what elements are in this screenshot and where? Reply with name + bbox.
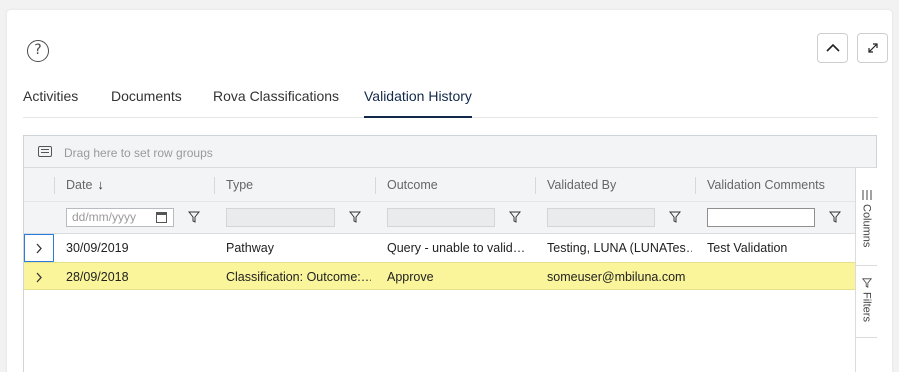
chevron-right-icon[interactable]	[24, 234, 54, 262]
row-group-placeholder: Drag here to set row groups	[64, 146, 213, 160]
cell-date: 28/09/2018	[66, 270, 129, 284]
collapse-button[interactable]	[817, 33, 848, 63]
table-row[interactable]: 28/09/2018 Classification: Outcome:… App…	[24, 262, 855, 290]
column-header-date[interactable]: Date ↓	[66, 168, 104, 202]
column-separator	[54, 177, 55, 194]
filters-panel-tab[interactable]: Filters	[856, 266, 877, 338]
cell-type: Pathway	[226, 241, 274, 255]
cell-date: 30/09/2019	[66, 241, 129, 255]
column-header-row: Date ↓ Type Outcome Validated By Validati…	[24, 168, 855, 202]
columns-icon	[862, 190, 871, 200]
filter-icon[interactable]	[509, 211, 521, 223]
cell-outcome: Query - unable to valid…	[387, 241, 526, 255]
column-separator[interactable]	[535, 177, 536, 194]
date-filter-input[interactable]: dd/mm/yyyy	[66, 208, 174, 227]
tab-rova-classifications[interactable]: Rova Classifications	[213, 88, 339, 118]
column-header-outcome[interactable]: Outcome	[387, 168, 438, 202]
column-header-validated-by[interactable]: Validated By	[547, 168, 616, 202]
filter-icon[interactable]	[188, 211, 200, 223]
column-header-date-label: Date	[66, 178, 93, 192]
validation-comments-filter-input[interactable]	[707, 208, 815, 227]
chevron-up-icon	[825, 43, 840, 52]
columns-panel-tab[interactable]: Columns	[856, 168, 877, 266]
expand-button[interactable]	[857, 33, 888, 63]
cell-outcome: Approve	[387, 270, 434, 284]
filter-icon[interactable]	[829, 211, 841, 223]
cell-validation-comments: Test Validation	[707, 241, 788, 255]
validation-history-grid: Drag here to set row groups Date ↓ Type O…	[23, 135, 877, 372]
outcome-filter-input[interactable]	[387, 208, 495, 227]
column-header-validation-comments[interactable]: Validation Comments	[707, 168, 825, 202]
tab-activities[interactable]: Activities	[23, 88, 78, 118]
table-row[interactable]: 30/09/2019 Pathway Query - unable to val…	[24, 234, 855, 262]
row-group-drop-zone[interactable]: Drag here to set row groups	[24, 136, 876, 168]
filter-row: dd/mm/yyyy	[24, 202, 855, 234]
filter-icon	[861, 278, 872, 288]
column-separator[interactable]	[695, 177, 696, 194]
column-header-type[interactable]: Type	[226, 168, 253, 202]
tab-documents[interactable]: Documents	[111, 88, 182, 118]
tab-validation-history[interactable]: Validation History	[364, 88, 472, 118]
column-separator[interactable]	[214, 177, 215, 194]
type-filter-input[interactable]	[226, 208, 335, 227]
tab-bar: Activities Documents Rova Classification…	[23, 88, 878, 118]
validated-by-filter-input[interactable]	[547, 208, 655, 227]
row-group-icon	[38, 146, 52, 157]
calendar-icon[interactable]	[156, 212, 167, 223]
columns-panel-label: Columns	[860, 204, 873, 248]
cell-type: Classification: Outcome:…	[226, 270, 371, 284]
help-icon[interactable]: ?	[27, 40, 49, 62]
cell-validated-by: Testing, LUNA (LUNATes…	[547, 241, 692, 255]
chevron-right-icon[interactable]	[24, 263, 54, 291]
filters-panel-label: Filters	[860, 292, 873, 322]
column-separator[interactable]	[375, 177, 376, 194]
tool-panel-sidebar: Columns Filters	[855, 168, 877, 372]
date-filter-placeholder: dd/mm/yyyy	[72, 210, 137, 224]
sort-descending-icon: ↓	[97, 177, 104, 192]
cell-validated-by: someuser@mbiluna.com	[547, 270, 686, 284]
filter-icon[interactable]	[349, 211, 361, 223]
filter-icon[interactable]	[669, 211, 681, 223]
expand-icon	[867, 43, 878, 53]
